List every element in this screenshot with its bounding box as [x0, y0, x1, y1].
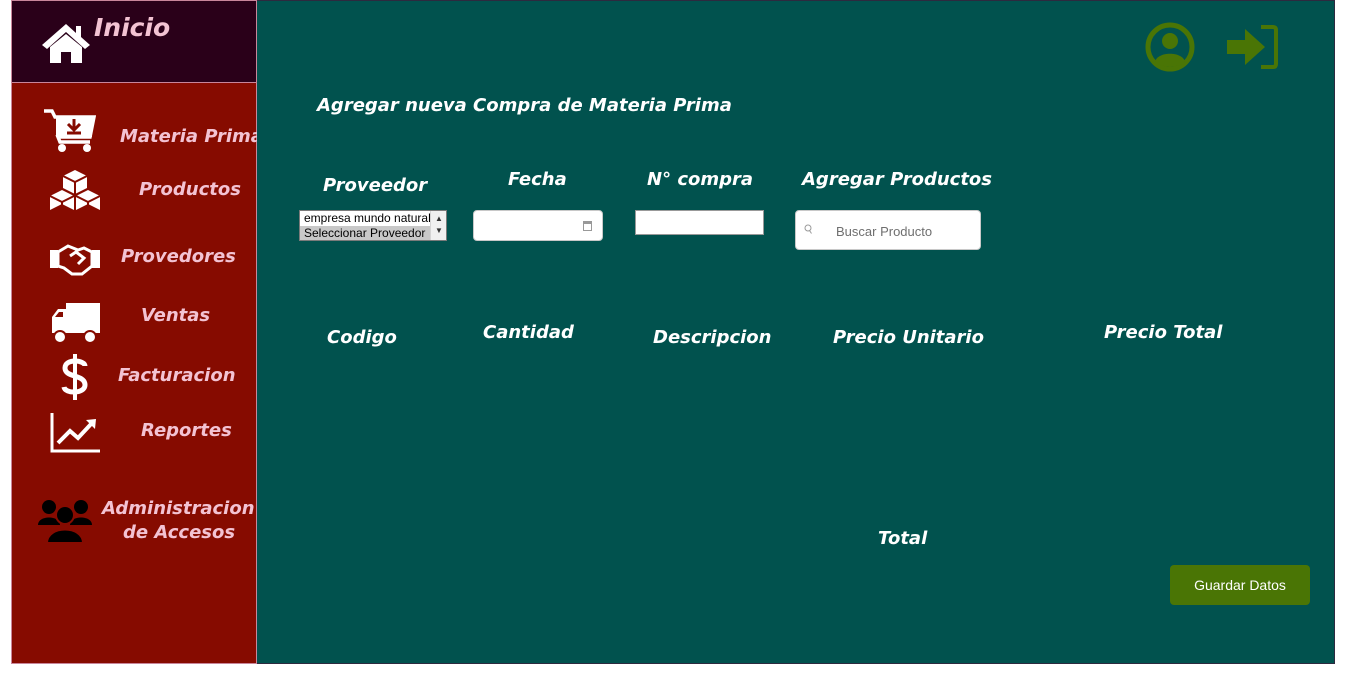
fecha-input[interactable]: [473, 210, 603, 241]
chart-line-icon: [50, 413, 100, 453]
sidebar-item-label: Reportes: [141, 420, 232, 441]
handshake-icon: [50, 244, 100, 276]
col-header-precio-total: Precio Total: [1104, 322, 1223, 343]
proveedor-label: Proveedor: [323, 175, 428, 196]
select-scrollbar[interactable]: ▲ ▼: [430, 211, 446, 240]
fecha-label: Fecha: [508, 169, 567, 190]
sidebar-item-label: Ventas: [141, 305, 211, 326]
proveedor-option-selected[interactable]: Seleccionar Proveedor: [300, 226, 430, 240]
home-icon: [42, 24, 90, 63]
proveedor-select[interactable]: empresa mundo natural Seleccionar Provee…: [299, 210, 447, 241]
sidebar-item-ventas[interactable]: Ventas: [12, 293, 256, 344]
sidebar-item-label-line2: de Accesos: [123, 522, 236, 543]
sidebar-item-label: Provedores: [121, 246, 236, 267]
col-header-descripcion: Descripcion: [653, 327, 772, 348]
sidebar: Inicio Materia Prima Productos Provedore…: [11, 0, 263, 664]
sidebar-item-administracion-accesos[interactable]: Administracion de Accesos: [12, 493, 256, 549]
home-label: Inicio: [94, 13, 171, 42]
users-icon: [38, 500, 92, 544]
sidebar-item-label: Facturacion: [118, 365, 236, 386]
search-input[interactable]: [836, 221, 976, 241]
user-circle-icon[interactable]: [1144, 21, 1196, 73]
sign-in-icon[interactable]: [1225, 23, 1279, 71]
sidebar-item-label-line1: Administracion: [102, 498, 255, 519]
sidebar-home[interactable]: Inicio: [12, 1, 256, 83]
sidebar-item-label: Materia Prima: [120, 126, 263, 147]
agregar-productos-label: Agregar Productos: [802, 169, 993, 190]
compra-input[interactable]: [635, 210, 764, 235]
save-button[interactable]: Guardar Datos: [1170, 565, 1310, 605]
col-header-cantidad: Cantidad: [483, 322, 574, 343]
product-search[interactable]: [795, 210, 981, 250]
col-header-precio-unitario: Precio Unitario: [833, 327, 984, 348]
main-panel: Agregar nueva Compra de Materia Prima Pr…: [257, 0, 1335, 664]
sidebar-item-provedores[interactable]: Provedores: [12, 235, 256, 285]
calendar-icon[interactable]: [583, 221, 592, 231]
scroll-up-icon[interactable]: ▲: [435, 214, 443, 223]
sidebar-item-reportes[interactable]: Reportes: [12, 409, 256, 459]
page-title: Agregar nueva Compra de Materia Prima: [317, 95, 732, 116]
boxes-icon: [49, 170, 101, 210]
scroll-down-icon[interactable]: ▼: [435, 226, 443, 235]
truck-icon: [52, 303, 100, 344]
sidebar-item-facturacion[interactable]: Facturacion: [12, 352, 256, 402]
cart-download-icon: [44, 109, 96, 152]
dollar-icon: [61, 354, 88, 400]
sidebar-item-label: Productos: [139, 179, 241, 200]
search-icon: [804, 224, 812, 234]
sidebar-item-materia-prima[interactable]: Materia Prima: [12, 109, 263, 159]
col-header-codigo: Codigo: [327, 327, 397, 348]
compra-label: N° compra: [647, 169, 754, 190]
proveedor-option[interactable]: empresa mundo natural: [300, 211, 430, 226]
total-label: Total: [878, 528, 928, 549]
sidebar-item-productos[interactable]: Productos: [12, 166, 256, 216]
